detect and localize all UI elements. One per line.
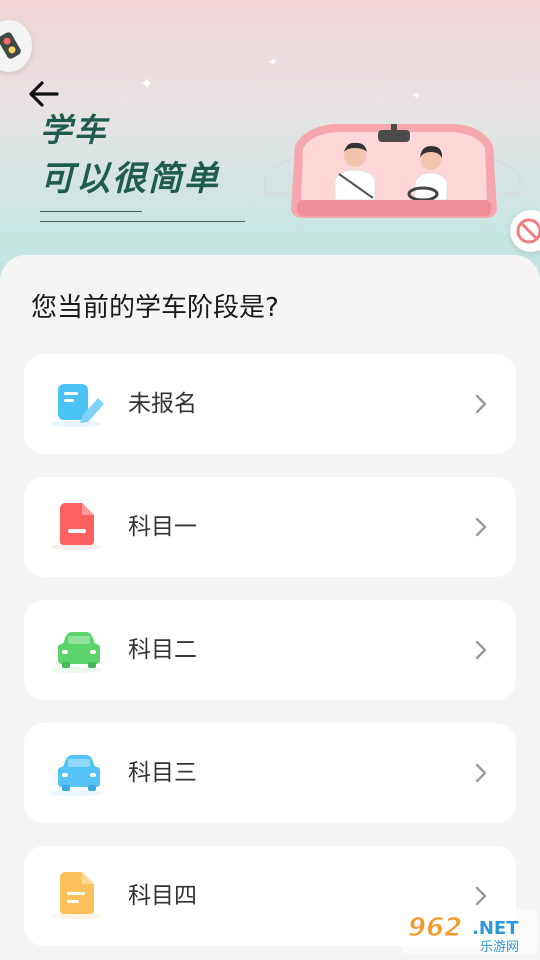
divider	[40, 221, 245, 222]
chevron-right-icon	[475, 517, 487, 537]
car-icon	[46, 745, 108, 801]
slogan-line2: 可以很简单	[40, 159, 220, 199]
option-label: 科目二	[128, 637, 197, 663]
option-subject-three[interactable]: 科目三	[24, 723, 516, 823]
back-button[interactable]	[26, 78, 62, 110]
chevron-right-icon	[475, 886, 487, 906]
svg-text:.NET: .NET	[472, 918, 519, 939]
svg-text:962: 962	[408, 913, 462, 943]
form-pen-icon	[50, 376, 108, 432]
sparkle-icon: ✦	[268, 55, 279, 69]
option-subject-two[interactable]: 科目二	[24, 600, 516, 700]
arrow-left-icon	[29, 81, 59, 107]
document-icon	[50, 499, 108, 555]
option-not-registered[interactable]: 未报名	[24, 354, 516, 454]
traffic-light-icon	[0, 20, 32, 72]
divider	[40, 211, 142, 212]
chevron-right-icon	[475, 640, 487, 660]
watermark-logo: 962 .NET 乐游网	[402, 910, 538, 955]
option-label: 科目四	[128, 883, 197, 909]
chevron-right-icon	[475, 394, 487, 414]
svg-text:乐游网: 乐游网	[480, 940, 519, 955]
option-subject-one[interactable]: 科目一	[24, 477, 516, 577]
no-entry-sign-icon	[510, 210, 540, 252]
car-icon	[46, 622, 108, 678]
slogan-line1: 学车	[40, 111, 109, 149]
sparkle-icon: ✦	[140, 74, 154, 93]
chevron-right-icon	[475, 763, 487, 783]
option-label: 科目一	[128, 514, 197, 540]
sparkle-icon: ✦	[412, 91, 421, 102]
option-label: 科目三	[128, 760, 197, 786]
car-illustration	[264, 124, 521, 229]
page-title: 您当前的学车阶段是?	[31, 293, 279, 323]
document-lines-icon	[50, 868, 108, 924]
option-label: 未报名	[128, 391, 197, 417]
